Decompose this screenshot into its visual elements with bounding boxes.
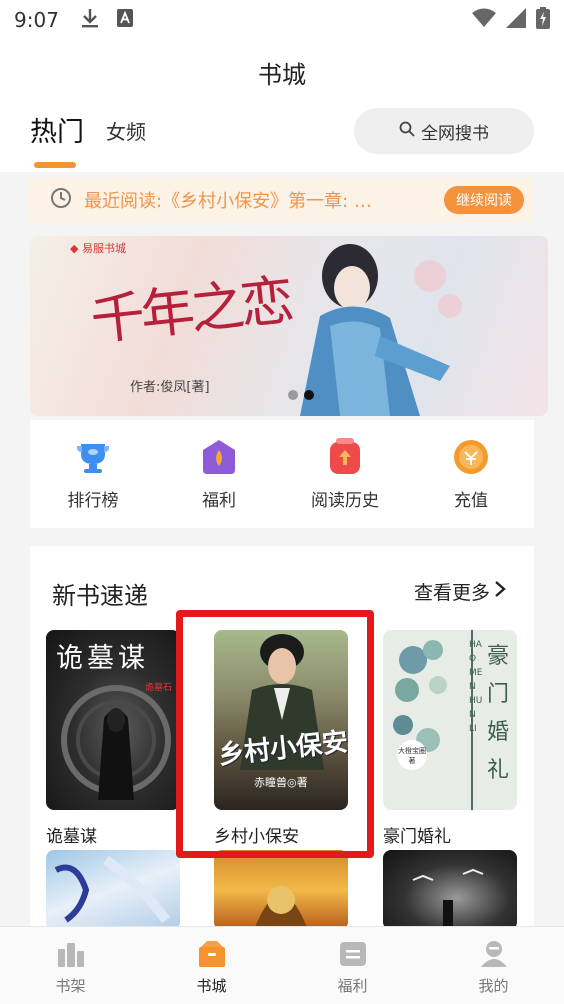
search-icon bbox=[399, 121, 415, 142]
nav-welfare[interactable]: 福利 bbox=[282, 927, 423, 1004]
profile-icon bbox=[479, 939, 509, 969]
nav-label: 我的 bbox=[478, 977, 509, 995]
book-title: 豪门婚礼 bbox=[383, 827, 451, 847]
history-icon bbox=[326, 438, 364, 476]
quick-label: 充值 bbox=[454, 491, 488, 511]
book-card[interactable] bbox=[46, 850, 180, 930]
cover-author: 赤瞳兽◎著 bbox=[254, 776, 308, 789]
tab-hot[interactable]: 热门 bbox=[30, 110, 84, 149]
trophy-icon bbox=[74, 438, 112, 476]
book-cover bbox=[46, 850, 180, 930]
quick-label: 福利 bbox=[202, 491, 236, 511]
recent-reading-bar[interactable]: 最近阅读:《乡村小保安》第一章: … 继续阅读 bbox=[30, 178, 534, 222]
book-card[interactable] bbox=[214, 850, 348, 930]
nav-profile[interactable]: 我的 bbox=[423, 927, 564, 1004]
status-bar: 9:07 bbox=[0, 0, 564, 40]
bottom-nav: 书架 书城 福利 我的 bbox=[0, 926, 564, 1004]
book-card[interactable]: 诡墓谋 诡墓石 诡墓谋 bbox=[46, 630, 180, 847]
cover-illustration bbox=[61, 685, 171, 800]
wifi-icon bbox=[472, 8, 496, 32]
quick-label: 排行榜 bbox=[67, 491, 119, 511]
notification-a-icon bbox=[116, 9, 133, 31]
quick-item-recharge[interactable]: 充值 bbox=[408, 420, 534, 528]
gift-icon bbox=[200, 438, 238, 476]
banner-carousel[interactable]: ◆ 易服书城 千年之恋 作者:俊凤[著] bbox=[30, 236, 548, 416]
see-more-label: 查看更多 bbox=[413, 582, 490, 604]
nav-bookstore[interactable]: 书城 bbox=[141, 927, 282, 1004]
continue-reading-button[interactable]: 继续阅读 bbox=[444, 186, 524, 214]
category-tabs: 热门 女频 全网搜书 bbox=[0, 104, 564, 172]
active-tab-indicator bbox=[34, 162, 76, 168]
cover-author: 大橙宝圈著 bbox=[397, 740, 427, 770]
book-cover bbox=[383, 850, 517, 930]
book-title: 诡墓谋 bbox=[46, 827, 97, 847]
cover-pinyin: HAO MEN HUN LI bbox=[469, 640, 483, 734]
quick-item-history[interactable]: 阅读历史 bbox=[282, 420, 408, 528]
nav-label: 书架 bbox=[55, 977, 86, 995]
header: 书城 bbox=[0, 40, 564, 104]
search-button[interactable]: 全网搜书 bbox=[354, 108, 534, 154]
book-cover: 豪门婚礼 HAO MEN HUN LI 大橙宝圈著 bbox=[383, 630, 517, 810]
tab-female[interactable]: 女频 bbox=[106, 116, 146, 145]
nav-bookshelf[interactable]: 书架 bbox=[0, 927, 141, 1004]
quick-menu: 排行榜 福利 阅读历史 充值 bbox=[30, 420, 534, 528]
battery-icon bbox=[536, 7, 550, 33]
banner-tag: ◆ 易服书城 bbox=[70, 242, 126, 255]
download-icon bbox=[81, 8, 99, 32]
signal-icon bbox=[506, 8, 526, 32]
page-title: 书城 bbox=[258, 60, 306, 89]
search-label: 全网搜书 bbox=[421, 123, 489, 144]
nav-label: 福利 bbox=[337, 977, 368, 995]
book-card[interactable]: 乡村小保安 赤瞳兽◎著 乡村小保安 bbox=[214, 630, 348, 847]
carousel-dot-active[interactable] bbox=[304, 390, 314, 400]
new-books-section: 新书速递 查看更多 诡墓谋 诡墓石 诡墓谋 乡村小保安 赤瞳兽◎著 乡村小保安 … bbox=[30, 546, 534, 930]
cover-illustration bbox=[54, 855, 170, 924]
book-cover: 诡墓谋 诡墓石 bbox=[46, 630, 180, 810]
book-card[interactable] bbox=[383, 850, 517, 930]
section-title: 新书速递 bbox=[52, 582, 148, 610]
quick-label: 阅读历史 bbox=[311, 491, 379, 511]
carousel-dot[interactable] bbox=[288, 390, 298, 400]
cover-title-art: 豪门婚礼 bbox=[487, 644, 510, 783]
status-time: 9:07 bbox=[14, 8, 59, 32]
book-cover bbox=[214, 850, 348, 930]
banner-illustration bbox=[300, 244, 462, 416]
clock-icon bbox=[50, 187, 72, 213]
bookshelf-icon bbox=[56, 939, 86, 969]
book-card[interactable]: 豪门婚礼 HAO MEN HUN LI 大橙宝圈著 豪门婚礼 bbox=[383, 630, 517, 847]
quick-item-ranking[interactable]: 排行榜 bbox=[30, 420, 156, 528]
welfare-icon bbox=[338, 939, 368, 969]
carousel-dots bbox=[288, 390, 314, 400]
cover-illustration bbox=[412, 868, 484, 930]
recent-reading-text: 最近阅读:《乡村小保安》第一章: … bbox=[84, 191, 372, 212]
chevron-right-icon bbox=[494, 580, 506, 603]
see-more-link[interactable]: 查看更多 bbox=[414, 578, 506, 605]
cover-illustration bbox=[254, 886, 308, 930]
banner-author: 作者:俊凤[著] bbox=[130, 380, 210, 395]
coin-icon bbox=[452, 438, 490, 476]
quick-item-welfare[interactable]: 福利 bbox=[156, 420, 282, 528]
book-title: 乡村小保安 bbox=[214, 827, 299, 847]
book-cover: 乡村小保安 赤瞳兽◎著 bbox=[214, 630, 348, 810]
nav-label: 书城 bbox=[196, 977, 227, 995]
bookstore-icon bbox=[197, 939, 227, 969]
